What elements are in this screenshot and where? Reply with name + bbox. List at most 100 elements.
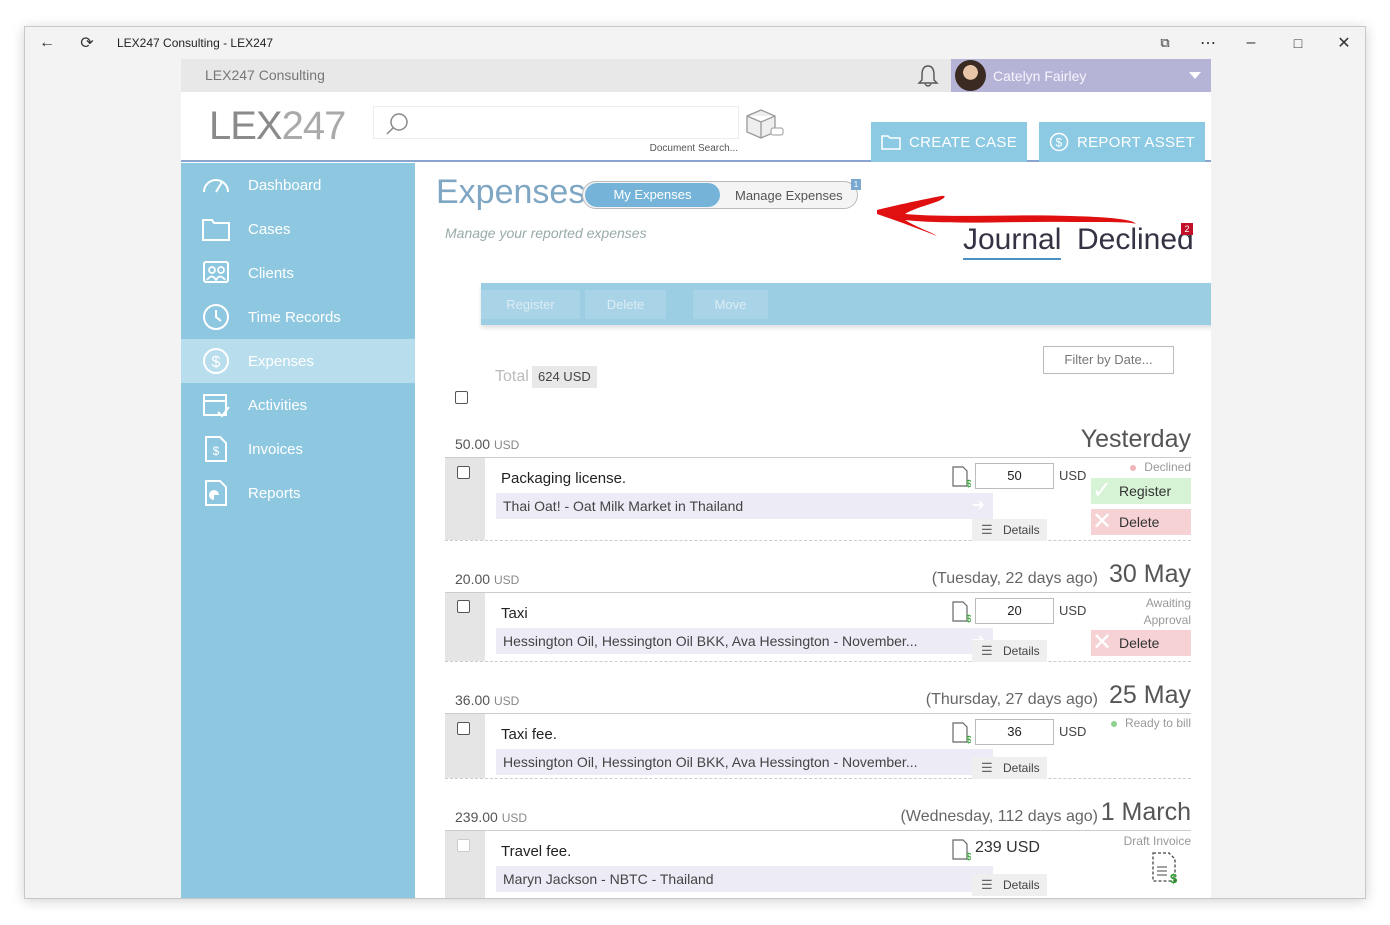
- sidebar-item-time-records[interactable]: Time Records: [181, 295, 415, 339]
- details-button[interactable]: ☰ Details: [972, 757, 1047, 779]
- svg-text:$: $: [966, 852, 971, 861]
- svg-text:$: $: [212, 354, 221, 371]
- total-value: 624 USD: [532, 366, 597, 388]
- maximize-icon[interactable]: □: [1288, 33, 1308, 53]
- svg-text:$: $: [1170, 871, 1178, 885]
- app-content: LEX247 Consulting Catelyn Fairley LEX247…: [181, 59, 1211, 898]
- status-badge: Draft Invoice: [1123, 834, 1191, 848]
- row-checkbox[interactable]: [457, 722, 470, 735]
- title-bar: ← ⟳ LEX247 Consulting - LEX247 ⧉ ⋯ – □ ✕: [25, 27, 1365, 59]
- expense-file-icon[interactable]: $: [951, 601, 971, 623]
- window-title: LEX247 Consulting - LEX247: [117, 36, 274, 50]
- svg-text:$: $: [966, 735, 971, 744]
- sidebar-item-dashboard[interactable]: Dashboard: [181, 163, 415, 207]
- list-item: Packaging license. Thai Oat! - Oat Milk …: [445, 457, 1191, 541]
- expense-amount: 20.00 USD: [455, 571, 520, 587]
- report-asset-button[interactable]: $ REPORT ASSET: [1039, 122, 1206, 162]
- refresh-icon[interactable]: ⟳: [77, 33, 97, 53]
- tab-my-expenses[interactable]: My Expenses: [585, 183, 720, 207]
- annotation-arrow-icon: [877, 195, 1136, 236]
- reports-icon: [205, 480, 227, 506]
- expense-date: 1 March: [1100, 798, 1191, 826]
- brand-header: LEX247 Document Search... CREATE CASE $ …: [181, 92, 1211, 162]
- register-button[interactable]: Register: [481, 290, 580, 319]
- dashboard-icon: [203, 179, 229, 193]
- package-icon[interactable]: [743, 106, 785, 142]
- case-link[interactable]: Hessington Oil, Hessington Oil BKK, Ava …: [496, 749, 993, 775]
- expense-date: 30 May: [1109, 560, 1191, 588]
- chevron-down-icon: [1189, 72, 1201, 79]
- quantity-input[interactable]: 50: [975, 463, 1054, 489]
- sidebar-item-clients[interactable]: Clients: [181, 251, 415, 295]
- register-row-button[interactable]: ✓ Register: [1091, 478, 1191, 504]
- quantity-input[interactable]: 20: [975, 598, 1054, 624]
- unit-label: USD: [1059, 603, 1087, 618]
- case-link[interactable]: Maryn Jackson - NBTC - Thailand➜: [496, 866, 993, 892]
- search-input[interactable]: Document Search...: [373, 106, 739, 154]
- tab-manage-expenses[interactable]: Manage Expenses: [735, 188, 843, 203]
- details-button[interactable]: ☰ Details: [972, 519, 1047, 541]
- user-menu[interactable]: Catelyn Fairley: [951, 59, 1211, 92]
- delete-row-button[interactable]: ✕ Delete: [1091, 630, 1191, 656]
- dollar-icon: $: [203, 348, 229, 374]
- search-icon: [386, 113, 408, 135]
- expense-file-icon[interactable]: $: [951, 722, 971, 744]
- sidebar-item-invoices[interactable]: $ Invoices: [181, 427, 415, 471]
- unit-label: USD: [1059, 468, 1087, 483]
- row-checkbox[interactable]: [457, 839, 470, 852]
- sidebar-item-cases[interactable]: Cases: [181, 207, 415, 251]
- page-subtitle: Manage your reported expenses: [445, 225, 647, 241]
- case-link[interactable]: Hessington Oil, Hessington Oil BKK, Ava …: [496, 628, 993, 654]
- expense-date: 25 May: [1109, 681, 1191, 709]
- cast-icon[interactable]: ⧉: [1155, 33, 1175, 53]
- expense-relative-date: (Tuesday, 22 days ago): [931, 570, 1098, 587]
- list-item: Travel fee. Maryn Jackson - NBTC - Thail…: [445, 830, 1191, 898]
- status-badge: Declined: [1091, 460, 1191, 474]
- sidebar-item-reports[interactable]: Reports: [181, 471, 415, 515]
- sidebar-item-activities[interactable]: Activities: [181, 383, 415, 427]
- svg-text:$: $: [1056, 136, 1063, 150]
- expense-tab-switch: My Expenses Manage Expenses: [582, 181, 858, 209]
- page-title: Expenses: [436, 173, 586, 211]
- expense-title[interactable]: Taxi fee.: [501, 726, 557, 743]
- search-hint: Document Search...: [649, 143, 738, 154]
- row-checkbox[interactable]: [457, 466, 470, 479]
- details-button[interactable]: ☰ Details: [972, 874, 1047, 896]
- select-all-checkbox[interactable]: [455, 391, 468, 404]
- expense-relative-date: (Wednesday, 112 days ago): [900, 808, 1098, 825]
- sidebar-item-expenses[interactable]: $ Expenses: [181, 339, 415, 383]
- delete-button[interactable]: Delete: [585, 290, 666, 319]
- row-checkbox[interactable]: [457, 600, 470, 613]
- minimize-icon[interactable]: –: [1241, 33, 1261, 53]
- menu-icon: ☰: [981, 643, 993, 658]
- action-toolbar: Register Delete Move: [481, 283, 1211, 325]
- folder-icon: [202, 219, 230, 241]
- expense-amount: 36.00 USD: [455, 692, 520, 708]
- close-icon[interactable]: ✕: [1334, 33, 1354, 53]
- details-button[interactable]: ☰ Details: [972, 640, 1047, 662]
- clock-icon: [203, 304, 229, 330]
- delete-row-button[interactable]: ✕ Delete: [1091, 509, 1191, 535]
- more-icon[interactable]: ⋯: [1198, 33, 1218, 53]
- case-link[interactable]: Thai Oat! - Oat Milk Market in Thailand ➜: [496, 493, 993, 519]
- expense-title[interactable]: Taxi: [501, 605, 528, 622]
- quantity-input[interactable]: 36: [975, 719, 1054, 745]
- folder-icon: [881, 135, 901, 150]
- arrow-right-icon: ➜: [971, 497, 985, 514]
- expense-title[interactable]: Travel fee.: [501, 843, 571, 860]
- expense-file-icon[interactable]: $: [951, 466, 971, 488]
- move-button[interactable]: Move: [693, 290, 768, 319]
- menu-icon: ☰: [981, 760, 993, 775]
- status-badge: Awaiting Approval: [1143, 596, 1191, 627]
- bell-icon[interactable]: [917, 64, 939, 88]
- filter-by-date-button[interactable]: Filter by Date...: [1043, 346, 1174, 374]
- list-item: Taxi fee. Hessington Oil, Hessington Oil…: [445, 713, 1191, 779]
- expense-file-icon[interactable]: $: [951, 839, 971, 861]
- status-badge: Ready to bill: [1091, 716, 1191, 730]
- create-case-button[interactable]: CREATE CASE: [871, 122, 1028, 162]
- dollar-icon: $: [1049, 132, 1069, 152]
- draft-invoice-icon[interactable]: $: [1151, 851, 1179, 885]
- expense-amount: 50.00 USD: [455, 436, 520, 452]
- back-arrow-icon[interactable]: ←: [37, 33, 57, 53]
- expense-title[interactable]: Packaging license.: [501, 470, 626, 487]
